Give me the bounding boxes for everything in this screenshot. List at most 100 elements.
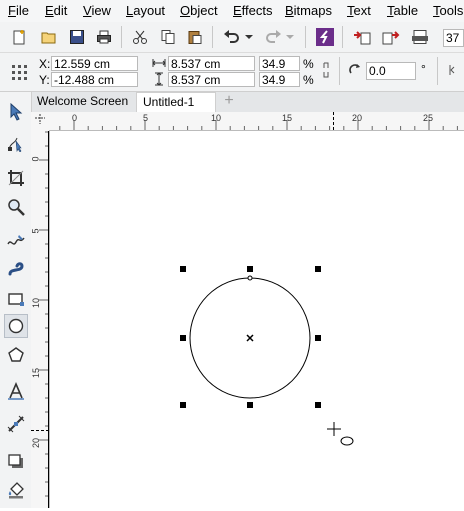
menu-table[interactable]: Table bbox=[387, 3, 418, 18]
selection-handle bbox=[315, 335, 321, 341]
selection-handle bbox=[247, 402, 253, 408]
paste-icon[interactable] bbox=[184, 26, 206, 48]
pick-tool-icon[interactable] bbox=[4, 100, 28, 124]
print-icon[interactable] bbox=[93, 26, 115, 48]
object-origin-icon[interactable] bbox=[8, 61, 30, 83]
x-position-field[interactable]: 12.559 cm bbox=[51, 56, 138, 71]
scale-x-field[interactable]: 34.9 bbox=[259, 56, 300, 71]
hruler-label-20: 20 bbox=[352, 113, 363, 123]
app-launcher-icon[interactable] bbox=[314, 26, 336, 48]
center-marker bbox=[246, 334, 254, 342]
toolbar-separator bbox=[305, 26, 306, 48]
vruler-label-0: 0 bbox=[30, 156, 41, 162]
shape-tool-icon[interactable] bbox=[4, 131, 28, 155]
crop-tool-icon[interactable] bbox=[4, 166, 28, 190]
menu-tools[interactable]: Tools bbox=[433, 3, 463, 18]
save-icon[interactable] bbox=[66, 26, 88, 48]
add-tab-button[interactable]: + bbox=[218, 92, 240, 112]
selection-handle bbox=[315, 266, 321, 272]
selection-handle bbox=[315, 402, 321, 408]
selection-handle bbox=[180, 266, 186, 272]
property-bar: X: 12.559 cm Y: -12.488 cm 8.537 cm 8.53… bbox=[0, 53, 464, 92]
width-field[interactable]: 8.537 cm bbox=[168, 56, 255, 71]
crosshair-cursor bbox=[327, 422, 341, 436]
undo-dropdown-chevron-down-icon[interactable] bbox=[243, 26, 255, 48]
toolbar-separator bbox=[342, 26, 343, 48]
x-position-label: X: bbox=[39, 57, 51, 71]
scale-x-percent-label: % bbox=[303, 57, 314, 71]
hruler-label-10: 10 bbox=[211, 113, 222, 123]
redo-dropdown-chevron-down-icon[interactable] bbox=[284, 26, 296, 48]
selection-handle bbox=[180, 335, 186, 341]
horizontal-ruler-ticks bbox=[59, 120, 458, 130]
menu-text[interactable]: Text bbox=[347, 3, 371, 18]
menu-view[interactable]: View bbox=[83, 3, 111, 18]
y-position-field[interactable]: -12.488 cm bbox=[51, 72, 138, 87]
copy-icon[interactable] bbox=[157, 26, 179, 48]
toolbar-separator bbox=[339, 57, 340, 85]
menu-bitmaps[interactable]: Bitmaps bbox=[285, 3, 332, 18]
tab-untitled-1[interactable]: Untitled-1 bbox=[136, 92, 216, 112]
redo-icon[interactable] bbox=[262, 26, 284, 48]
new-document-icon[interactable] bbox=[8, 26, 30, 48]
open-icon[interactable] bbox=[38, 26, 60, 48]
height-icon bbox=[150, 70, 168, 88]
import-icon[interactable] bbox=[351, 26, 373, 48]
menu-file[interactable]: File bbox=[8, 3, 29, 18]
vruler-label-10: 10 bbox=[31, 297, 42, 309]
polygon-tool-icon[interactable] bbox=[4, 343, 28, 367]
text-tool-icon[interactable] bbox=[4, 379, 28, 403]
ellipse-tool-icon[interactable] bbox=[4, 314, 28, 338]
hruler-label-0: 0 bbox=[72, 113, 78, 123]
menu-effects[interactable]: Effects bbox=[233, 3, 273, 18]
publish-pdf-icon[interactable] bbox=[409, 26, 431, 48]
rectangle-tool-icon[interactable] bbox=[4, 287, 28, 311]
ruler-guide-marker bbox=[31, 430, 49, 431]
toolbar-separator bbox=[212, 26, 213, 48]
document-tab-bar: Welcome Screen Untitled-1 + bbox=[0, 92, 464, 113]
menu-object[interactable]: Object bbox=[180, 3, 218, 18]
toolbar-separator bbox=[121, 26, 122, 48]
ellipse-node bbox=[247, 275, 253, 281]
rotation-icon bbox=[346, 61, 364, 79]
toolbox bbox=[0, 92, 32, 508]
drawing-canvas[interactable] bbox=[50, 131, 464, 508]
scale-y-field[interactable]: 34.9 bbox=[259, 72, 300, 87]
ruler-origin[interactable] bbox=[31, 112, 50, 131]
hruler-label-15: 15 bbox=[282, 113, 293, 123]
selection-handle bbox=[247, 266, 253, 272]
parallel-dimension-icon[interactable] bbox=[4, 412, 28, 436]
rotation-angle-field[interactable]: 0.0 bbox=[366, 62, 416, 80]
mirror-horizontal-icon[interactable] bbox=[446, 61, 464, 79]
cut-icon[interactable] bbox=[129, 26, 151, 48]
lock-ratio-icon[interactable] bbox=[319, 61, 333, 79]
menu-bar: File Edit View Layout Object Effects Bit… bbox=[0, 0, 464, 23]
height-field[interactable]: 8.537 cm bbox=[168, 72, 255, 87]
artistic-media-icon[interactable] bbox=[4, 257, 28, 281]
y-position-label: Y: bbox=[39, 73, 50, 87]
vruler-label-5: 5 bbox=[30, 228, 41, 234]
tab-welcome-screen[interactable]: Welcome Screen bbox=[31, 92, 136, 112]
menu-layout[interactable]: Layout bbox=[126, 3, 165, 18]
zoom-level-field[interactable]: 37 bbox=[443, 29, 464, 47]
undo-icon[interactable] bbox=[221, 26, 243, 48]
freehand-tool-icon[interactable] bbox=[4, 229, 28, 253]
drop-shadow-icon[interactable] bbox=[4, 450, 28, 474]
ruler-guide-marker bbox=[333, 112, 334, 130]
canvas-drawing bbox=[180, 266, 354, 446]
zoom-tool-icon[interactable] bbox=[4, 195, 28, 219]
page-border bbox=[48, 131, 49, 508]
selection-handle bbox=[180, 402, 186, 408]
fill-tool-icon[interactable] bbox=[4, 478, 28, 502]
vruler-label-20: 20 bbox=[31, 437, 42, 449]
toolbar-separator bbox=[437, 57, 438, 85]
scale-y-percent-label: % bbox=[303, 73, 314, 87]
hruler-label-5: 5 bbox=[143, 113, 149, 123]
horizontal-ruler[interactable]: 0 5 10 15 20 25 bbox=[49, 112, 464, 131]
menu-edit[interactable]: Edit bbox=[45, 3, 67, 18]
degree-label: ° bbox=[421, 62, 426, 76]
vruler-label-15: 15 bbox=[31, 367, 42, 379]
export-icon[interactable] bbox=[380, 26, 402, 48]
vertical-ruler-ticks bbox=[39, 131, 49, 497]
hruler-label-25: 25 bbox=[423, 113, 434, 123]
